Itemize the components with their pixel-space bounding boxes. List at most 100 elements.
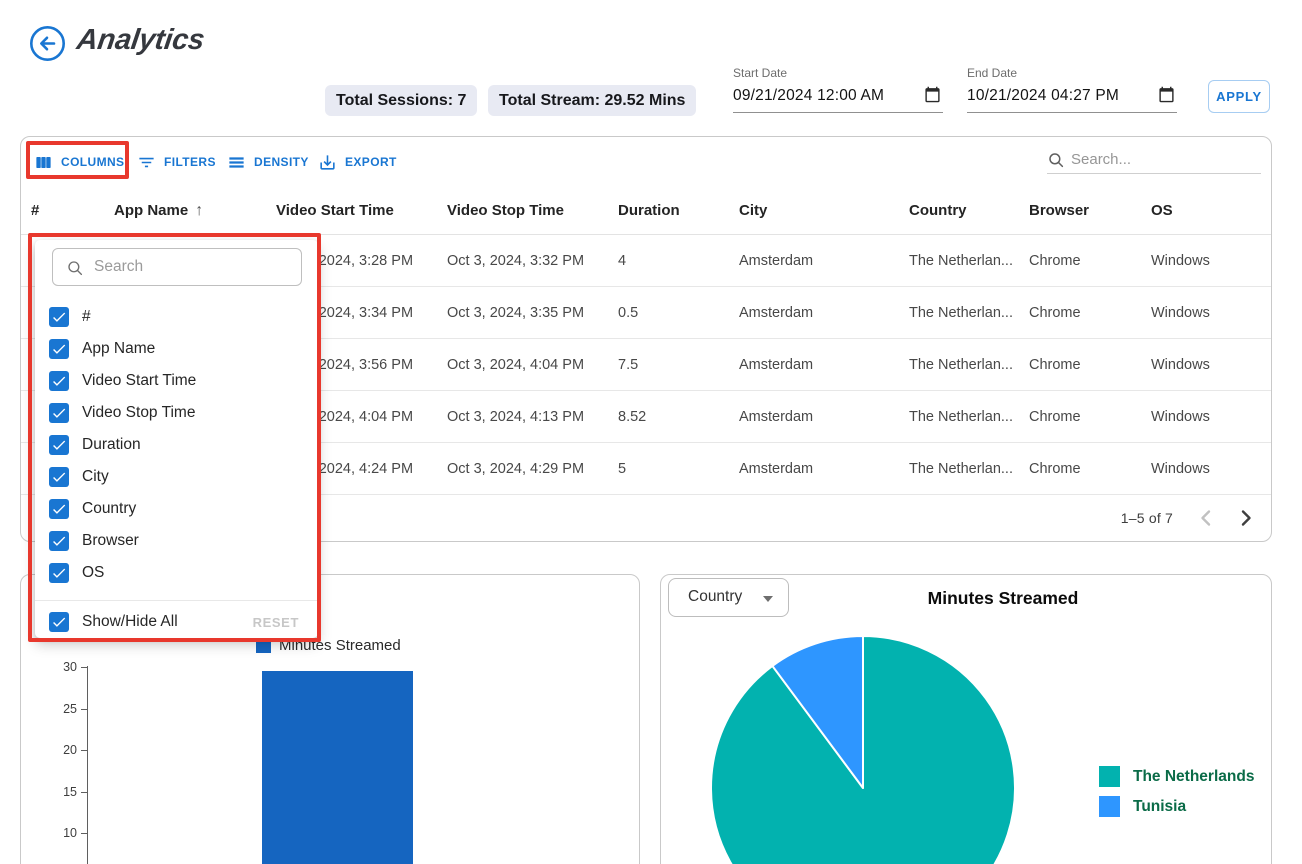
input-underline (733, 112, 943, 113)
export-button[interactable]: EXPORT (318, 147, 397, 177)
page-title: Analytics (75, 24, 207, 57)
back-button[interactable] (29, 25, 66, 62)
cell-browser: Chrome (1029, 287, 1081, 339)
legend-label: The Netherlands (1133, 768, 1254, 786)
cell-video-stop-time: Oct 3, 2024, 4:13 PM (447, 391, 584, 443)
column-header-duration[interactable]: Duration (618, 187, 680, 235)
cell-video-stop-time: Oct 3, 2024, 4:29 PM (447, 443, 584, 495)
cell-os: Windows (1151, 287, 1210, 339)
y-axis (87, 666, 88, 864)
cell-city: Amsterdam (739, 339, 813, 391)
y-axis-tick (81, 667, 87, 668)
density-icon (227, 153, 246, 172)
column-header-app-name[interactable]: App Name↑ (114, 187, 203, 235)
reset-button[interactable]: RESET (253, 615, 299, 630)
start-date-label: Start Date (733, 66, 943, 80)
y-axis-tick (81, 792, 87, 793)
cell-city: Amsterdam (739, 391, 813, 443)
input-underline (967, 112, 1177, 113)
columns-icon (34, 153, 53, 172)
cell-duration: 4 (618, 235, 626, 287)
cell-video-stop-time: Oct 3, 2024, 3:35 PM (447, 287, 584, 339)
export-icon (318, 153, 337, 172)
column-header-browser[interactable]: Browser (1029, 187, 1089, 235)
filters-button[interactable]: FILTERS (137, 147, 216, 177)
column-toggle-video-stop-time[interactable]: Video Stop Time (49, 402, 195, 424)
columns-menu: Search # App Name Video Start Time Video St… (35, 240, 318, 638)
legend-swatch (1099, 796, 1120, 817)
table-header-row: # App Name↑ Video Start Time Video Stop Tim… (21, 187, 1271, 235)
analytics-page: Analytics Total Sessions: 7 Total Stream… (0, 0, 1302, 864)
columns-button[interactable]: COLUMNS (34, 147, 124, 177)
checkbox-checked-icon (49, 307, 69, 327)
search-icon (1047, 151, 1065, 169)
cell-city: Amsterdam (739, 443, 813, 495)
apply-button[interactable]: APPLY (1208, 80, 1270, 113)
chevron-down-icon (763, 596, 773, 602)
export-button-label: EXPORT (345, 155, 397, 169)
column-header-video-start-time[interactable]: Video Start Time (276, 187, 394, 235)
pie-chart-title: Minutes Streamed (883, 588, 1123, 609)
cell-browser: Chrome (1029, 339, 1081, 391)
cell-country: The Netherlan... (909, 391, 1013, 443)
checkbox-checked-icon (49, 403, 69, 423)
cell-browser: Chrome (1029, 391, 1081, 443)
columns-button-label: COLUMNS (61, 155, 124, 169)
density-button[interactable]: DENSITY (227, 147, 309, 177)
checkbox-checked-icon (49, 499, 69, 519)
cell-city: Amsterdam (739, 235, 813, 287)
cell-browser: Chrome (1029, 235, 1081, 287)
legend-label: Minutes Streamed (279, 637, 401, 654)
cell-duration: 7.5 (618, 339, 638, 391)
cell-browser: Chrome (1029, 443, 1081, 495)
legend-swatch (1099, 766, 1120, 787)
show-hide-all-toggle[interactable]: Show/Hide All (49, 611, 178, 633)
column-toggle-os[interactable]: OS (49, 562, 104, 584)
filter-icon (137, 153, 156, 172)
column-toggle-label: Video Start Time (82, 372, 196, 390)
end-date-value[interactable]: 10/21/2024 04:27 PM (967, 87, 1177, 105)
column-header-col[interactable]: # (31, 187, 39, 235)
column-header-city[interactable]: City (739, 187, 767, 235)
column-header-video-stop-time[interactable]: Video Stop Time (447, 187, 564, 235)
end-date-field[interactable]: End Date 10/21/2024 04:27 PM (967, 66, 1177, 114)
column-toggle-app-name[interactable]: App Name (49, 338, 155, 360)
previous-page-button[interactable] (1193, 505, 1219, 531)
column-toggle-duration[interactable]: Duration (49, 434, 141, 456)
table-search-input[interactable]: Search... (1047, 149, 1261, 173)
column-toggle-browser[interactable]: Browser (49, 530, 139, 552)
column-header-os[interactable]: OS (1151, 187, 1173, 235)
checkbox-checked-icon (49, 467, 69, 487)
column-toggle-video-start-time[interactable]: Video Start Time (49, 370, 196, 392)
column-toggle-country[interactable]: Country (49, 498, 136, 520)
pie-chart (708, 633, 1018, 864)
column-toggle-col[interactable]: # (49, 306, 91, 328)
start-date-value[interactable]: 09/21/2024 12:00 AM (733, 87, 943, 105)
y-axis-tick-label: 30 (43, 660, 77, 674)
group-by-value: Country (688, 588, 742, 606)
column-toggle-city[interactable]: City (49, 466, 109, 488)
search-placeholder: Search... (1071, 151, 1131, 168)
cell-duration: 0.5 (618, 287, 638, 339)
start-date-field[interactable]: Start Date 09/21/2024 12:00 AM (733, 66, 943, 114)
next-page-button[interactable] (1233, 505, 1259, 531)
cell-country: The Netherlan... (909, 235, 1013, 287)
input-underline (1047, 173, 1261, 174)
sort-ascending-icon: ↑ (195, 202, 203, 219)
pie-chart-card: Country Minutes Streamed The Netherlands… (660, 574, 1272, 864)
cell-video-stop-time: Oct 3, 2024, 3:32 PM (447, 235, 584, 287)
column-header-country[interactable]: Country (909, 187, 967, 235)
cell-country: The Netherlan... (909, 339, 1013, 391)
columns-menu-search-input[interactable]: Search (52, 248, 302, 286)
column-toggle-label: Browser (82, 532, 139, 550)
checkbox-checked-icon (49, 339, 69, 359)
checkbox-checked-icon (49, 531, 69, 551)
calendar-icon[interactable] (924, 86, 941, 103)
bar-minutes-streamed (262, 671, 413, 864)
calendar-icon[interactable] (1158, 86, 1175, 103)
pie-legend-item: Tunisia (1099, 796, 1186, 817)
pie-legend-item: The Netherlands (1099, 766, 1254, 787)
y-axis-tick (81, 833, 87, 834)
cell-os: Windows (1151, 443, 1210, 495)
group-by-select[interactable]: Country (668, 578, 789, 617)
